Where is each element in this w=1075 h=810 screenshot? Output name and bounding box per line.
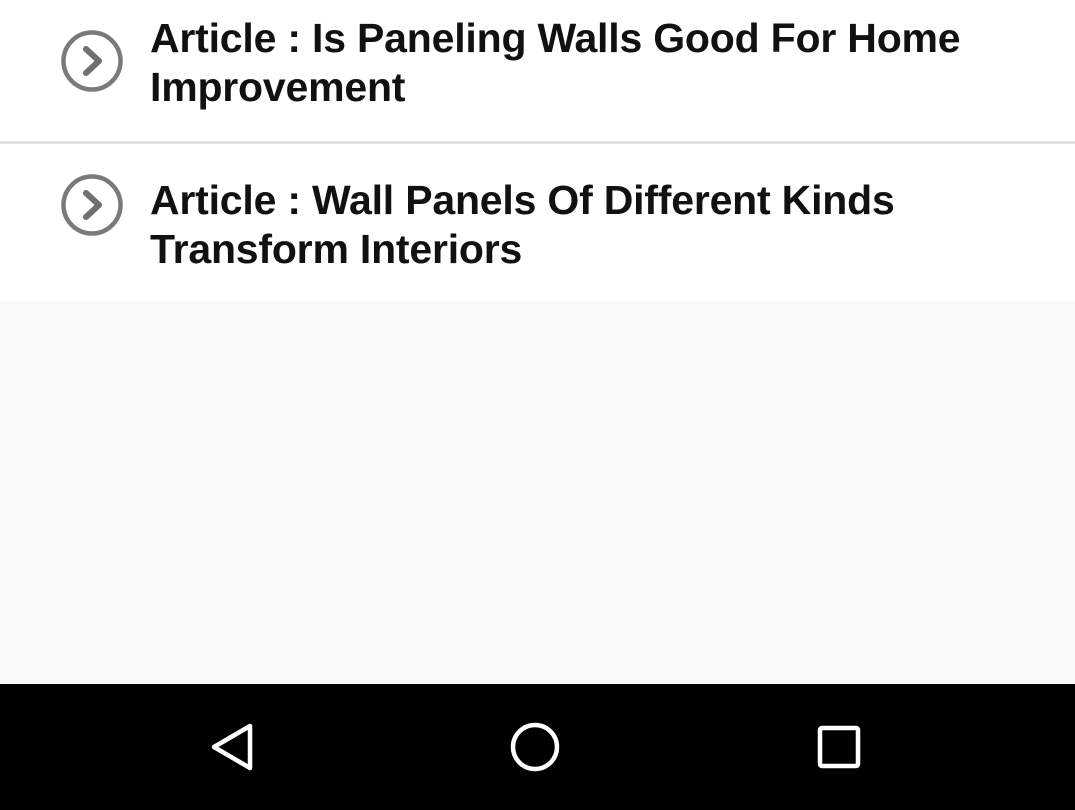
back-button[interactable] [197, 711, 269, 783]
recents-square-icon [817, 725, 861, 769]
article-list: Article : Is Paneling Walls Good For Hom… [0, 0, 1075, 301]
recents-button[interactable] [803, 711, 875, 783]
home-button[interactable] [499, 711, 571, 783]
back-triangle-icon [211, 723, 253, 771]
home-circle-icon [510, 722, 560, 772]
article-title: Article : Is Paneling Walls Good For Hom… [150, 15, 961, 110]
list-item[interactable]: Article : Wall Panels Of Different Kinds… [0, 141, 1075, 301]
chevron-circle-right-icon [60, 173, 124, 237]
article-title: Article : Wall Panels Of Different Kinds… [150, 177, 895, 272]
list-item[interactable]: Article : Is Paneling Walls Good For Hom… [0, 0, 1075, 141]
chevron-circle-right-icon [60, 29, 124, 93]
navigation-bar [0, 684, 1075, 810]
